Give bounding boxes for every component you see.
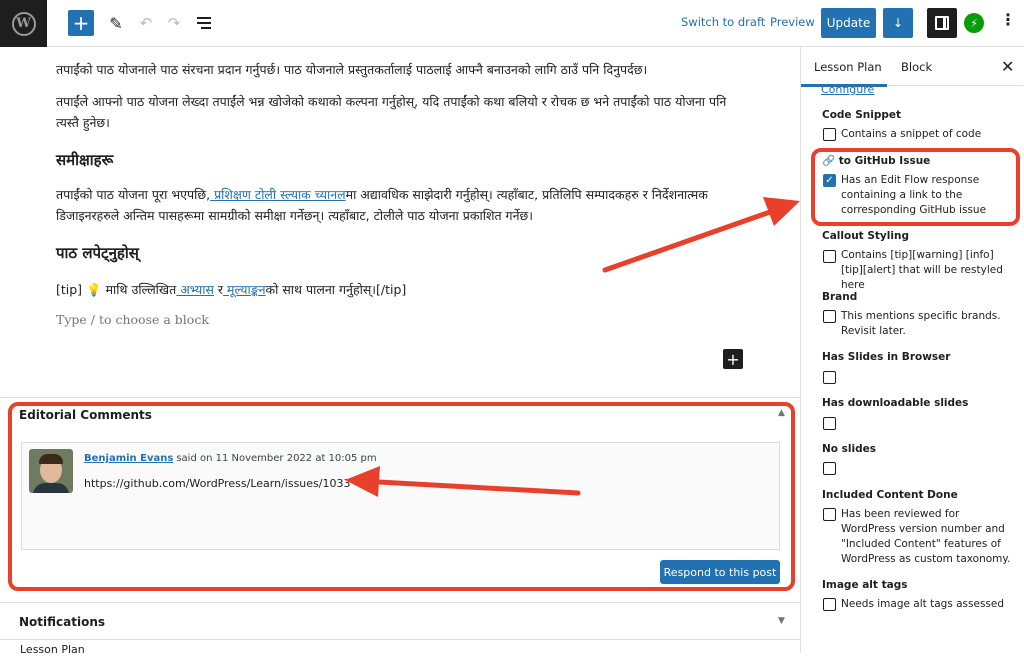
group-title: No slides (822, 443, 876, 455)
tab-block[interactable]: Block (901, 60, 932, 74)
settings-panel-icon[interactable] (927, 8, 957, 38)
tools-pen-icon[interactable]: ✎ (104, 10, 128, 36)
downloadable-slides-checkbox[interactable] (823, 417, 836, 430)
practice-link[interactable]: अभ्यास (176, 282, 214, 297)
checkbox-label: This mentions specific brands. Revisit l… (841, 310, 1001, 337)
update-button[interactable]: Update (821, 8, 876, 38)
comment-meta: Benjamin Evans said on 11 November 2022 a… (84, 453, 377, 464)
publish-options-button[interactable]: ↓ (883, 8, 913, 38)
tip-text: को साथ पालना गर्नुहोस्।[/tip] (265, 282, 407, 297)
callout-styling-checkbox[interactable] (823, 250, 836, 263)
group-title: 🔗 to GitHub Issue (822, 155, 931, 167)
slides-in-browser-checkbox[interactable] (823, 371, 836, 384)
checkbox-label: Needs image alt tags assessed (841, 598, 1005, 610)
group-title: Has downloadable slides (822, 397, 969, 409)
undo-icon[interactable]: ↶ (136, 10, 156, 36)
metabox-title: Editorial Comments (19, 408, 152, 422)
editorial-comments-metabox: Editorial Comments ▲ Benjamin Evans said … (0, 397, 800, 602)
comment-date: said on 11 November 2022 at 10:05 pm (176, 453, 377, 464)
heading-block[interactable]: समीक्षाहरू (56, 150, 746, 170)
preview-button[interactable]: Preview (770, 15, 815, 29)
editor-canvas: तपाईंको पाठ योजनाले पाठ संरचना प्रदान गर… (0, 47, 800, 397)
github-issue-link[interactable]: https://github.com/WordPress/Learn/issue… (84, 477, 350, 490)
tab-lesson-plan[interactable]: Lesson Plan (814, 60, 882, 74)
comment-item: Benjamin Evans said on 11 November 2022 a… (21, 442, 780, 550)
metabox-title: Notifications (19, 615, 106, 629)
notifications-metabox[interactable]: Notifications ▼ (0, 602, 800, 640)
image-alt-tags-checkbox[interactable] (823, 598, 836, 611)
redo-icon[interactable]: ↷ (164, 10, 184, 36)
empty-block-placeholder[interactable]: Type / to choose a block (56, 312, 746, 327)
checkbox-label: Has been reviewed for WordPress version … (841, 508, 1011, 565)
inline-add-block-button[interactable]: + (723, 349, 743, 369)
expand-caret-icon[interactable]: ▼ (778, 616, 785, 626)
avatar (29, 449, 73, 493)
code-snippet-checkbox[interactable] (823, 128, 836, 141)
group-title: Brand (822, 291, 858, 303)
group-title: Image alt tags (822, 579, 908, 591)
no-slides-checkbox[interactable] (823, 462, 836, 475)
collapse-caret-icon[interactable]: ▲ (778, 408, 785, 418)
switch-to-draft-button[interactable]: Switch to draft (681, 15, 765, 29)
checkbox-label: Contains [tip][warning] [info] [tip][ale… (841, 249, 1003, 291)
close-icon[interactable]: ✕ (1001, 57, 1014, 76)
group-title: Callout Styling (822, 230, 909, 242)
more-options-icon[interactable]: ⋮ (1000, 12, 1016, 28)
brand-checkbox[interactable] (823, 310, 836, 323)
checkbox-label: Contains a snippet of code (841, 128, 982, 140)
jetpack-icon[interactable]: ⚡ (964, 13, 984, 33)
paragraph-block[interactable]: तपाईंको पाठ योजनाले पाठ संरचना प्रदान गर… (56, 59, 746, 80)
tip-text: [tip] 💡 माथि उल्लिखित (56, 282, 177, 297)
tip-text: र (213, 282, 224, 297)
wordpress-logo-icon[interactable]: W (0, 0, 47, 47)
configure-link[interactable]: Configure (821, 83, 874, 96)
lesson-plan-label: Lesson Plan (20, 643, 85, 656)
respond-button[interactable]: Respond to this post (660, 560, 780, 584)
github-issue-checkbox[interactable]: ✓ (823, 174, 836, 187)
settings-sidebar: Lesson Plan Block ✕ Configure Code Snipp… (801, 47, 1024, 653)
assessment-link[interactable]: मूल्याङ्कन (223, 282, 266, 297)
add-block-button[interactable]: + (68, 10, 94, 36)
included-content-checkbox[interactable] (823, 508, 836, 521)
tip-paragraph-block[interactable]: [tip] 💡 माथि उल्लिखित अभ्यास र मूल्याङ्क… (56, 279, 746, 300)
paragraph-text: तपाईंको पाठ योजना पूरा भएपछि, (56, 187, 211, 202)
paragraph-block[interactable]: तपाईंले आफ्नो पाठ योजना लेख्दा तपाईंले भ… (56, 91, 746, 133)
comment-author-link[interactable]: Benjamin Evans (84, 453, 173, 464)
group-title: Has Slides in Browser (822, 351, 951, 363)
editor-toolbar: W + ✎ ↶ ↷ Switch to draft Preview Update… (0, 0, 1024, 47)
heading-block[interactable]: पाठ लपेट्नुहोस् (56, 243, 746, 263)
slack-channel-link[interactable]: प्रशिक्षण टोली स्ल्याक च्यानल (210, 187, 346, 202)
group-title: Included Content Done (822, 489, 958, 501)
checkbox-label: Has an Edit Flow response containing a l… (841, 174, 987, 216)
paragraph-block[interactable]: तपाईंको पाठ योजना पूरा भएपछि, प्रशिक्षण … (56, 184, 746, 226)
list-view-icon[interactable] (192, 10, 216, 36)
group-title: Code Snippet (822, 109, 902, 121)
